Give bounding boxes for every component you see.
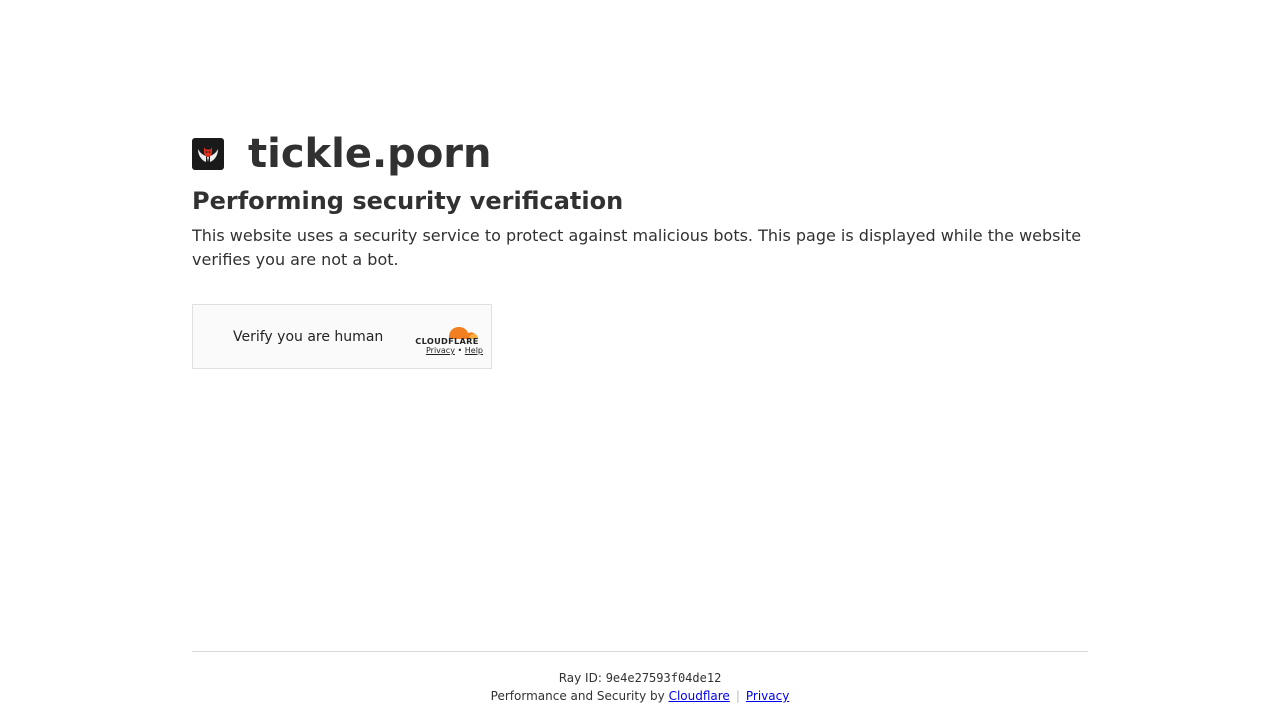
ray-id-value: 9e4e27593f04de12 xyxy=(605,671,722,685)
verification-description: This website uses a security service to … xyxy=(192,226,1082,269)
ray-id: Ray ID: 9e4e27593f04de12 xyxy=(192,670,1088,686)
turnstile-widget[interactable]: Verify you are human CLOUDFLARE Privacy … xyxy=(192,304,492,369)
ray-id-label: Ray ID: xyxy=(558,671,602,685)
widget-privacy-link[interactable]: Privacy xyxy=(426,346,455,355)
footer-privacy-link[interactable]: Privacy xyxy=(746,689,789,703)
widget-link-separator: • xyxy=(457,346,463,355)
performance-text: Performance and Security by xyxy=(490,689,665,703)
widget-help-link[interactable]: Help xyxy=(465,346,483,355)
widget-links: Privacy • Help xyxy=(426,346,483,356)
cloudflare-link[interactable]: Cloudflare xyxy=(669,689,730,703)
footer: Ray ID: 9e4e27593f04de12 Performance and… xyxy=(192,651,1088,704)
page-title: Performing security verification xyxy=(192,187,624,215)
site-header: tickle.porn xyxy=(192,132,492,176)
cloudflare-logo-icon: CLOUDFLARE xyxy=(415,327,478,345)
site-name: tickle.porn xyxy=(248,131,492,177)
performance-line: Performance and Security by Cloudflare | P… xyxy=(192,688,1088,704)
verify-human-label[interactable]: Verify you are human xyxy=(233,328,383,346)
cloudflare-wordmark: CLOUDFLARE xyxy=(415,336,478,345)
winged-devil-logo-icon xyxy=(192,138,224,170)
footer-separator: | xyxy=(735,689,740,703)
